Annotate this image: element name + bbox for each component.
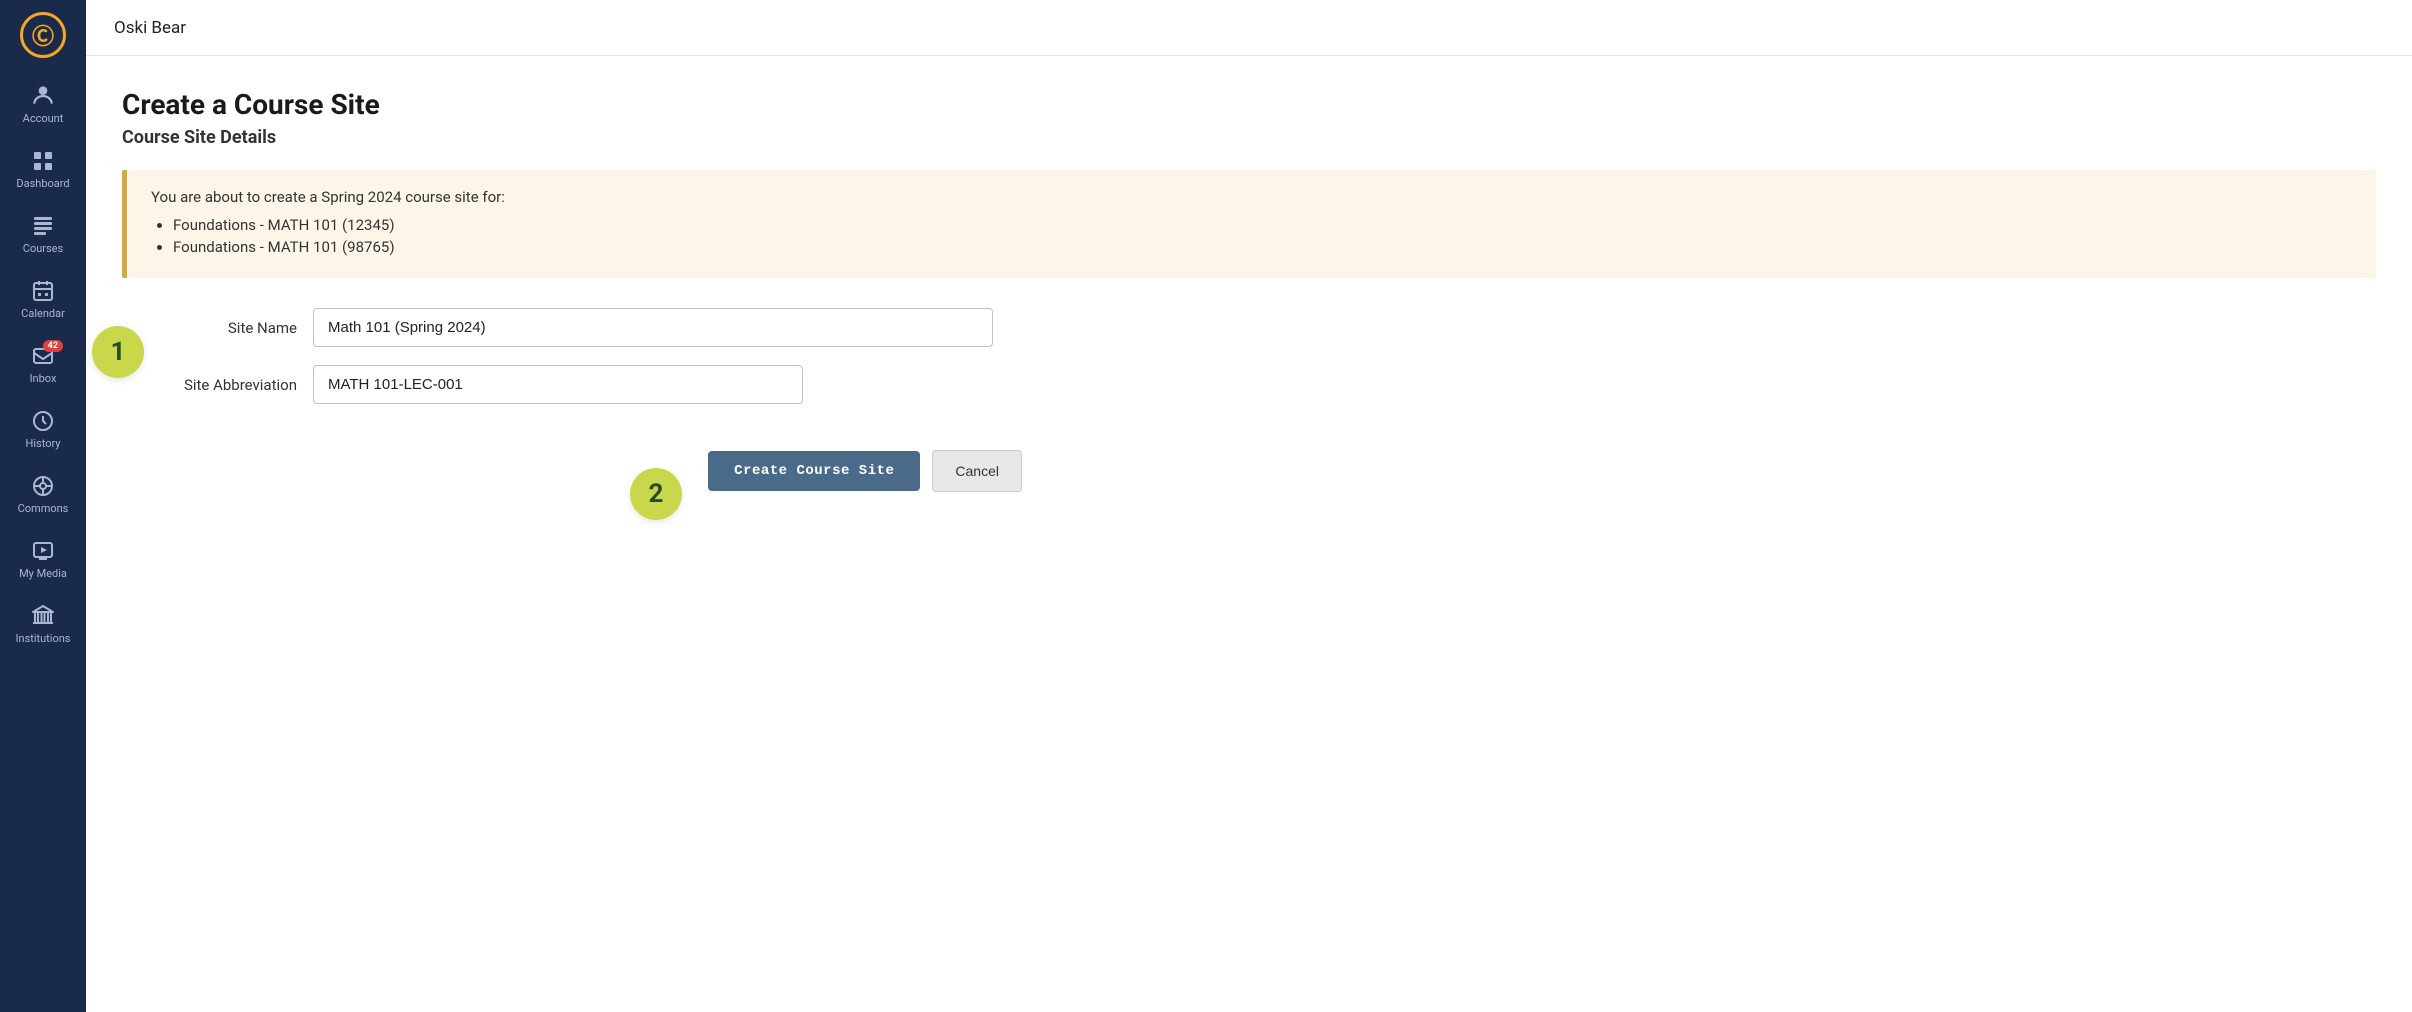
site-name-label: Site Name bbox=[122, 319, 297, 337]
dashboard-icon bbox=[31, 149, 55, 173]
sidebar-item-history[interactable]: History bbox=[0, 397, 86, 462]
list-item: Foundations - MATH 101 (12345) bbox=[173, 216, 2352, 234]
my-media-icon bbox=[31, 539, 55, 563]
sidebar-item-calendar[interactable]: Calendar bbox=[0, 267, 86, 332]
page-subtitle: Course Site Details bbox=[122, 127, 2376, 148]
commons-icon bbox=[31, 474, 55, 498]
institutions-icon bbox=[31, 604, 55, 628]
sidebar-item-commons[interactable]: Commons bbox=[0, 462, 86, 527]
info-course-list: Foundations - MATH 101 (12345) Foundatio… bbox=[151, 216, 2352, 256]
sidebar-item-dashboard[interactable]: Dashboard bbox=[0, 137, 86, 202]
inbox-badge: 42 bbox=[43, 340, 63, 352]
site-name-row: Site Name bbox=[122, 308, 1022, 347]
info-box: You are about to create a Spring 2024 co… bbox=[122, 170, 2376, 278]
cancel-button[interactable]: Cancel bbox=[932, 450, 1022, 492]
top-bar-user: Oski Bear bbox=[114, 18, 186, 38]
form-section: 1 Site Name Site Abbreviation 2 Create C… bbox=[122, 308, 1022, 492]
sidebar-item-my-media[interactable]: My Media bbox=[0, 527, 86, 592]
create-course-site-button[interactable]: Create Course Site bbox=[708, 451, 920, 491]
site-name-input[interactable] bbox=[313, 308, 993, 347]
app-logo[interactable]: Ⓒ bbox=[0, 0, 86, 70]
step-1-bubble: 1 bbox=[92, 326, 144, 378]
main-content: Oski Bear Create a Course Site Course Si… bbox=[86, 0, 2412, 1012]
history-icon bbox=[31, 409, 55, 433]
courses-icon bbox=[31, 214, 55, 238]
sidebar-item-courses[interactable]: Courses bbox=[0, 202, 86, 267]
site-abbr-label: Site Abbreviation bbox=[122, 376, 297, 394]
sidebar-item-account[interactable]: Account bbox=[0, 70, 86, 137]
inbox-icon: 42 bbox=[31, 344, 55, 368]
action-row: 2 Create Course Site Cancel bbox=[122, 450, 1022, 492]
step-2-bubble: 2 bbox=[630, 468, 682, 520]
calendar-icon bbox=[31, 279, 55, 303]
content-area: Create a Course Site Course Site Details… bbox=[86, 56, 2412, 524]
page-title: Create a Course Site bbox=[122, 88, 2376, 121]
sidebar-item-inbox[interactable]: 42 Inbox bbox=[0, 332, 86, 397]
account-icon bbox=[30, 82, 56, 108]
sidebar-item-institutions[interactable]: Institutions bbox=[0, 592, 86, 657]
site-abbr-input[interactable] bbox=[313, 365, 803, 404]
sidebar: Ⓒ Account Dashboard bbox=[0, 0, 86, 1012]
top-bar: Oski Bear bbox=[86, 0, 2412, 56]
list-item: Foundations - MATH 101 (98765) bbox=[173, 238, 2352, 256]
site-abbr-row: Site Abbreviation bbox=[122, 365, 1022, 404]
logo-icon: Ⓒ bbox=[20, 12, 66, 58]
info-intro: You are about to create a Spring 2024 co… bbox=[151, 188, 2352, 206]
